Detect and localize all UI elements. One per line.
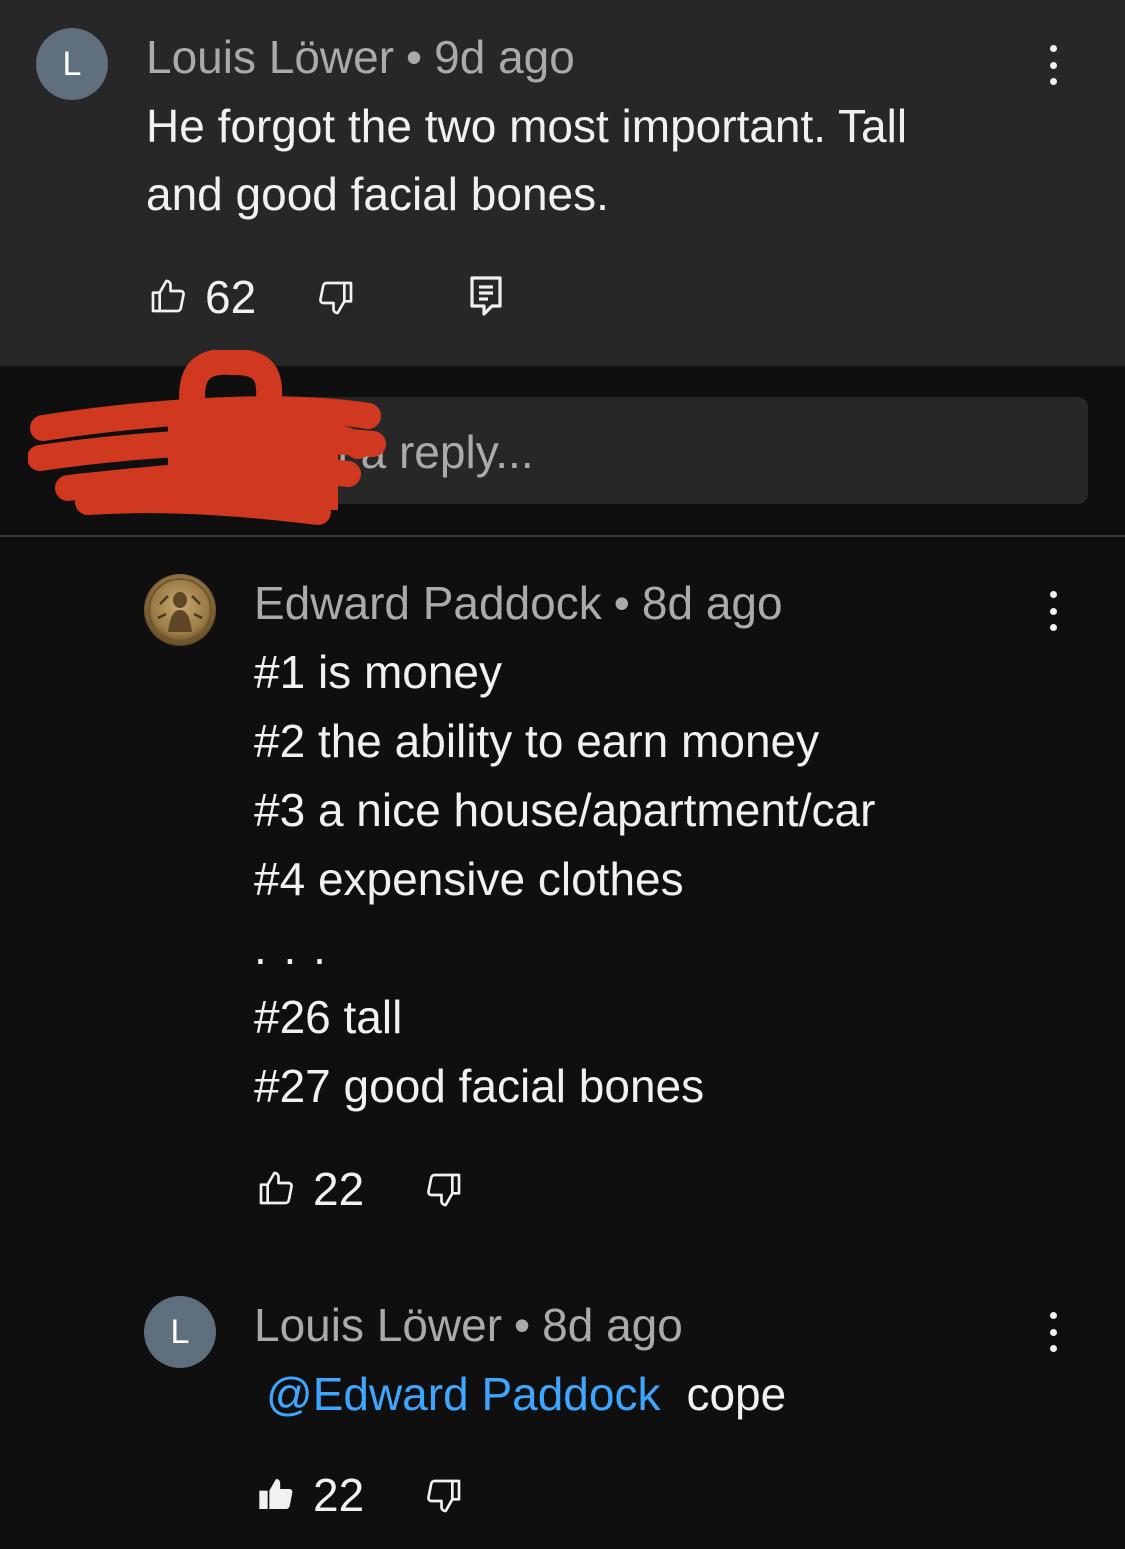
- reply-line: #4 expensive clothes: [254, 853, 684, 905]
- comment-author[interactable]: Louis Löwer: [146, 31, 394, 83]
- reply-button[interactable]: [466, 274, 506, 318]
- like-button-active[interactable]: [256, 1474, 296, 1514]
- reply-line: #26 tall: [254, 991, 403, 1043]
- thumbs-up-icon: [151, 279, 185, 313]
- meta-separator: •: [406, 31, 423, 83]
- reply-line: #3 a nice house/apartment/car: [254, 784, 876, 836]
- more-options-icon[interactable]: [1043, 45, 1063, 85]
- redaction-scribble: [28, 350, 386, 525]
- reply-meta: Edward Paddock • 8d ago: [254, 576, 783, 630]
- more-options-icon[interactable]: [1043, 591, 1063, 631]
- comment-meta: Louis Löwer • 9d ago: [146, 30, 575, 84]
- like-button[interactable]: [148, 276, 188, 316]
- comment-time: 9d ago: [434, 31, 575, 83]
- like-button[interactable]: [256, 1168, 296, 1208]
- more-options-icon[interactable]: [1043, 1312, 1063, 1352]
- comment-text-line-2: and good facial bones.: [146, 168, 609, 220]
- thumbs-up-filled-icon: [259, 1479, 293, 1509]
- avatar[interactable]: L: [144, 1296, 216, 1368]
- like-count: 22: [313, 1163, 365, 1215]
- dislike-button[interactable]: [424, 1170, 464, 1210]
- thumbs-down-icon: [427, 1479, 461, 1513]
- reply-line: #2 the ability to earn money: [254, 715, 820, 767]
- reply-line-ellipsis: . . .: [254, 922, 328, 974]
- thumbs-down-icon: [427, 1173, 461, 1207]
- reply-author[interactable]: Edward Paddock: [254, 577, 602, 629]
- meta-separator: •: [613, 577, 630, 629]
- like-count: 22: [313, 1469, 365, 1521]
- thumbs-down-icon: [319, 281, 353, 315]
- reply-meta: Louis Löwer • 8d ago: [254, 1298, 683, 1352]
- mention-link[interactable]: @Edward Paddock: [266, 1368, 660, 1420]
- reply-line: #27 good facial bones: [254, 1060, 705, 1112]
- like-count: 62: [205, 271, 257, 323]
- avatar-letter: L: [62, 44, 82, 83]
- avatar-letter: L: [170, 1312, 190, 1351]
- reply-time: 8d ago: [542, 1299, 683, 1351]
- dislike-button[interactable]: [316, 278, 356, 318]
- avatar[interactable]: L: [36, 28, 108, 100]
- dislike-button[interactable]: [424, 1476, 464, 1516]
- comment-text-line-1: He forgot the two most important. Tall: [146, 100, 908, 152]
- reply-message: cope: [686, 1368, 787, 1420]
- reply-time: 8d ago: [641, 577, 783, 629]
- reply-line: #1 is money: [254, 646, 503, 698]
- meta-separator: •: [514, 1299, 531, 1351]
- avatar[interactable]: [144, 574, 216, 646]
- thumbs-up-icon: [259, 1171, 293, 1205]
- thread-divider: [0, 535, 1125, 537]
- reply-author[interactable]: Louis Löwer: [254, 1299, 502, 1351]
- reply-text: @Edward Paddock cope: [266, 1360, 786, 1428]
- reply-comment-icon: [470, 276, 502, 316]
- coin-avatar-icon: [144, 574, 216, 646]
